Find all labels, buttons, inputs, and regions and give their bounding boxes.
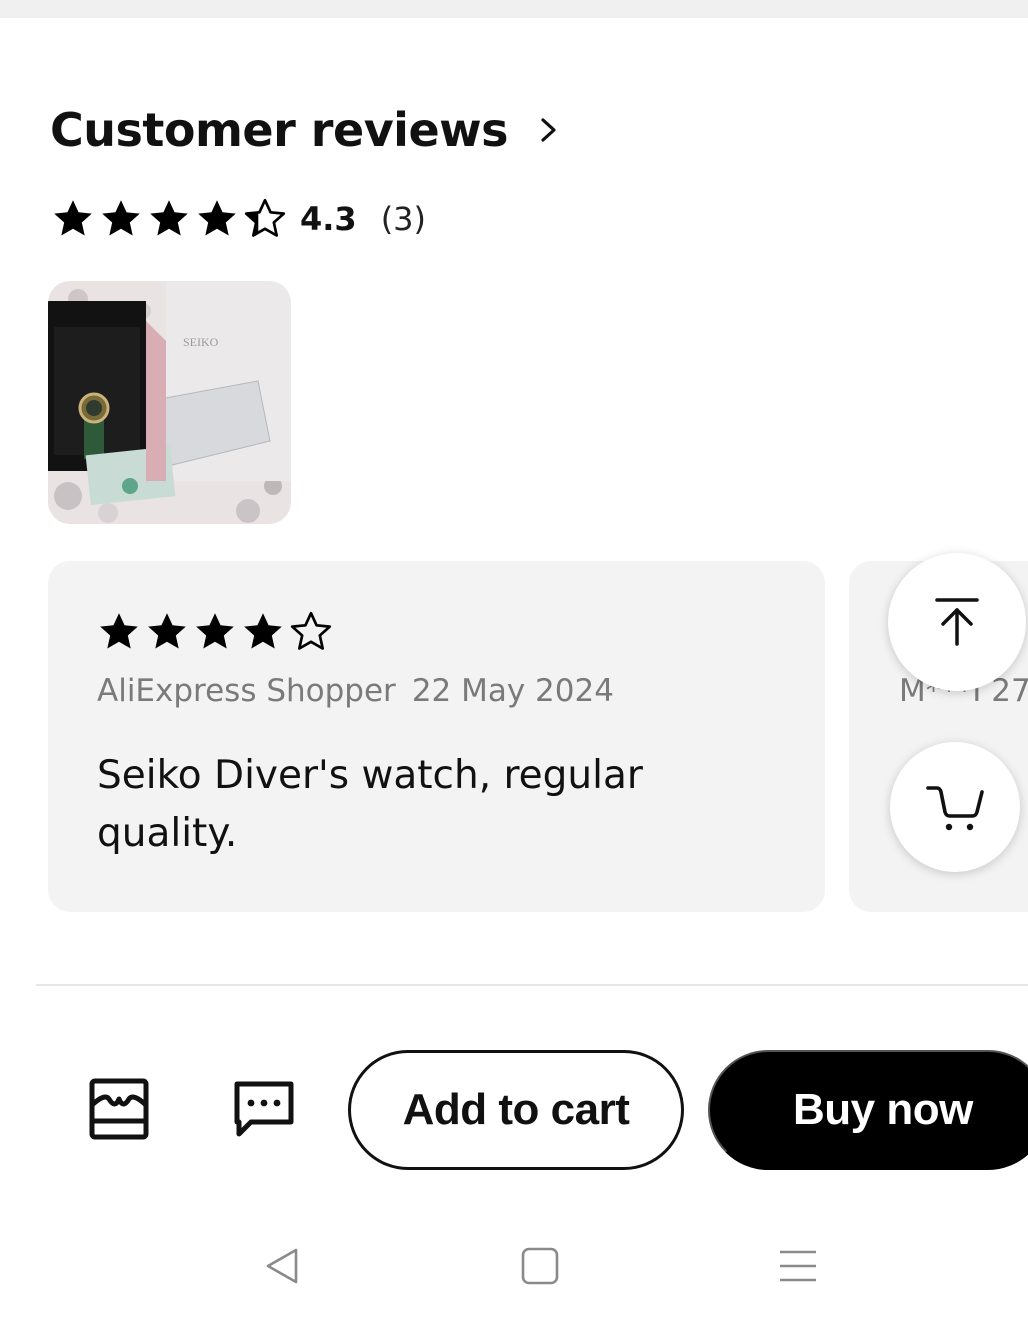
star-empty-icon	[290, 611, 332, 650]
star-partial-icon	[244, 198, 286, 237]
star-filled-icon	[196, 613, 234, 649]
back-button[interactable]	[260, 1244, 304, 1288]
star-filled-icon	[100, 613, 138, 649]
rating-stars	[50, 196, 288, 242]
store-icon	[89, 1078, 149, 1140]
reviews-header[interactable]: Customer reviews	[50, 100, 560, 160]
rating-summary: 4.3 (3)	[50, 194, 426, 244]
system-navigation-bar	[0, 1216, 1028, 1316]
buy-now-button[interactable]: Buy now	[708, 1050, 1028, 1170]
review-meta: AliExpress Shopper 22 May 2024	[97, 673, 614, 709]
cart-icon	[926, 786, 984, 831]
star-filled-icon	[148, 613, 186, 649]
review-card[interactable]: AliExpress Shopper 22 May 2024 Seiko Dive…	[48, 561, 825, 912]
review-photo-thumbnail[interactable]: SEIKO	[48, 281, 291, 524]
chat-icon	[234, 1081, 294, 1137]
menu-lines-icon	[780, 1250, 816, 1282]
chat-button[interactable]	[229, 1074, 299, 1144]
chevron-right-icon	[541, 118, 556, 142]
bottom-action-bar: Add to cart Buy now	[0, 1050, 1028, 1170]
seiko-logo-text: SEIKO	[183, 335, 219, 349]
star-filled-icon	[244, 613, 282, 649]
cart-button[interactable]	[890, 742, 1020, 872]
home-square-icon	[521, 1247, 559, 1285]
star-filled-icon	[102, 200, 140, 236]
star-filled-icon	[150, 200, 188, 236]
recent-apps-button[interactable]	[776, 1244, 820, 1288]
review-date: 22 May 2024	[411, 673, 614, 709]
review-rating-stars	[96, 609, 334, 655]
reviewer-name: AliExpress Shopper	[97, 673, 396, 709]
rating-value: 4.3	[300, 200, 357, 238]
store-button[interactable]	[84, 1074, 154, 1144]
top-separator	[0, 0, 1028, 18]
add-to-cart-button[interactable]: Add to cart	[348, 1050, 684, 1170]
review-count: (3)	[380, 200, 427, 238]
arrow-up-to-top-icon	[935, 598, 979, 646]
home-button[interactable]	[518, 1244, 562, 1288]
divider	[36, 984, 1028, 986]
back-triangle-icon	[266, 1248, 298, 1284]
star-filled-icon	[198, 200, 236, 236]
star-filled-icon	[54, 200, 92, 236]
scroll-to-top-button[interactable]	[888, 553, 1026, 691]
product-page: Customer reviews 4.3 (3) SEIKO AliExpres…	[0, 0, 1028, 1332]
review-text: Seiko Diver's watch, regular quality.	[97, 753, 643, 856]
reviews-title: Customer reviews	[50, 103, 509, 157]
review-photo: SEIKO	[48, 281, 291, 524]
